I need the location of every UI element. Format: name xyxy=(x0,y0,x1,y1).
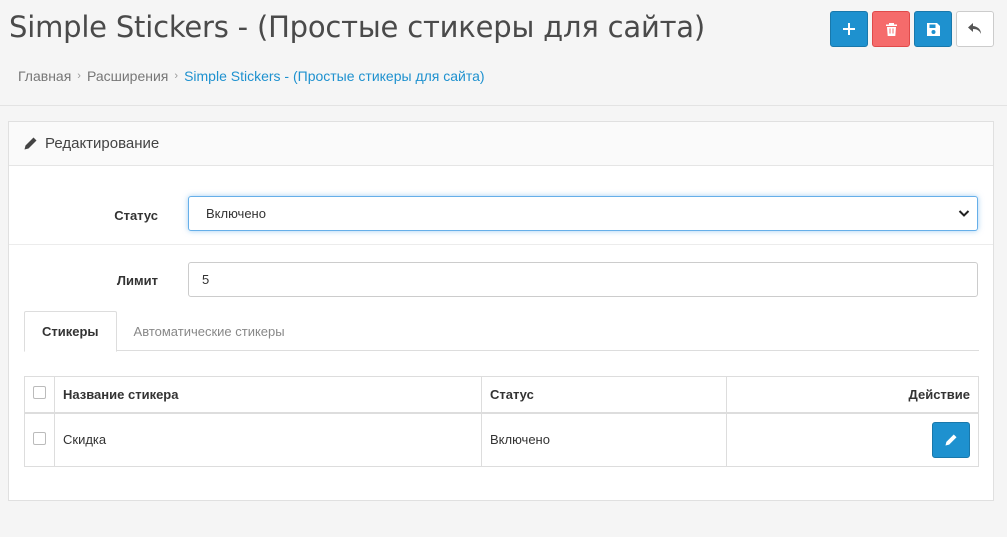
tabs: Стикеры Автоматические стикеры xyxy=(24,311,979,352)
row-checkbox[interactable] xyxy=(33,431,46,445)
breadcrumb-extensions[interactable]: Расширения xyxy=(87,68,168,84)
limit-input[interactable]: 5 xyxy=(188,262,978,297)
chevron-right-icon: › xyxy=(77,70,81,82)
status-select[interactable]: Включено xyxy=(188,196,978,231)
page-header: Simple Stickers - (Простые стикеры для с… xyxy=(0,0,1007,106)
breadcrumb-home[interactable]: Главная xyxy=(18,68,71,84)
edit-panel: Редактирование Статус Включено Лимит 5 С… xyxy=(8,121,994,501)
column-header-action: Действие xyxy=(726,376,979,414)
delete-button[interactable] xyxy=(872,11,910,47)
save-icon xyxy=(926,22,940,36)
pencil-icon xyxy=(945,434,957,446)
table-header-row: Название стикера Статус Действие xyxy=(24,376,979,414)
breadcrumb-current[interactable]: Simple Stickers - (Простые стикеры для с… xyxy=(184,68,485,84)
tab-auto-stickers[interactable]: Автоматические стикеры xyxy=(117,311,302,351)
edit-button[interactable] xyxy=(932,421,970,458)
table-row: Скидка Включено xyxy=(24,412,979,467)
back-button[interactable] xyxy=(956,11,994,47)
stickers-table: Название стикера Статус Действие Скидка … xyxy=(24,376,979,467)
save-button[interactable] xyxy=(914,11,952,47)
column-header-status[interactable]: Статус xyxy=(481,376,727,414)
breadcrumb: Главная › Расширения › Simple Stickers -… xyxy=(18,68,485,84)
trash-icon xyxy=(885,22,897,36)
select-all-cell xyxy=(24,376,55,414)
sticker-name: Скидка xyxy=(54,412,482,467)
plus-icon xyxy=(843,23,855,35)
chevron-down-icon xyxy=(958,210,970,217)
back-arrow-icon xyxy=(968,23,981,34)
sticker-status: Включено xyxy=(481,412,727,467)
pencil-icon xyxy=(24,137,37,150)
row-action-cell xyxy=(726,412,979,467)
limit-input-value: 5 xyxy=(202,272,210,287)
page-title: Simple Stickers - (Простые стикеры для с… xyxy=(9,10,705,44)
add-button[interactable] xyxy=(830,11,868,47)
panel-title: Редактирование xyxy=(45,135,160,152)
limit-label: Лимит xyxy=(116,273,158,288)
chevron-right-icon: › xyxy=(174,70,179,82)
column-header-name[interactable]: Название стикера xyxy=(54,376,482,414)
status-row: Статус Включено xyxy=(9,167,993,245)
status-select-value: Включено xyxy=(206,206,266,221)
toolbar xyxy=(830,11,994,47)
select-all-checkbox[interactable] xyxy=(33,386,46,400)
tab-stickers[interactable]: Стикеры xyxy=(24,311,117,352)
panel-heading: Редактирование xyxy=(9,122,993,166)
row-select-cell xyxy=(24,412,55,467)
limit-row: Лимит 5 xyxy=(9,246,993,302)
status-label: Статус xyxy=(114,208,158,223)
